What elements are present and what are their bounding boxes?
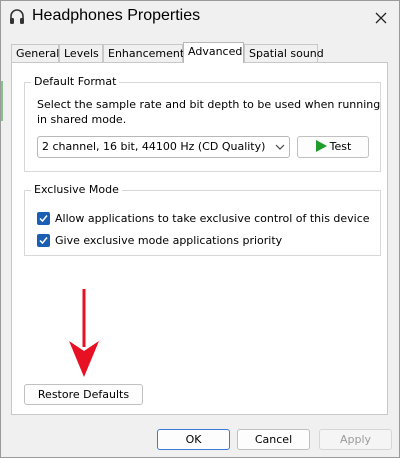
red-arrow-icon [69, 289, 99, 377]
title-bar[interactable]: Headphones Properties [1, 1, 399, 35]
properties-dialog: Headphones Properties General Levels Enh… [0, 0, 400, 458]
tab-spatial-sound[interactable]: Spatial sound [244, 44, 324, 62]
format-dropdown[interactable]: 2 channel, 16 bit, 44100 Hz (CD Quality) [37, 136, 290, 158]
exclusive-priority-label: Give exclusive mode applications priorit… [55, 233, 283, 247]
close-icon [375, 12, 387, 24]
checkmark-icon [39, 214, 48, 222]
exclusive-priority-checkbox[interactable] [37, 233, 50, 247]
ok-button[interactable]: OK [157, 429, 230, 450]
window-edge-accent [1, 81, 3, 121]
tab-levels[interactable]: Levels [59, 44, 103, 62]
default-format-heading: Default Format [31, 75, 120, 88]
cancel-button[interactable]: Cancel [237, 429, 310, 450]
chevron-down-icon [275, 137, 285, 164]
restore-defaults-button[interactable]: Restore Defaults [24, 384, 143, 405]
advanced-tab-panel: Default Format Select the sample rate an… [11, 62, 388, 415]
window-title: Headphones Properties [32, 7, 201, 24]
headphones-icon [8, 8, 26, 26]
tab-general[interactable]: General [11, 44, 59, 62]
allow-exclusive-control-option[interactable]: Allow applications to take exclusive con… [37, 210, 370, 226]
format-dropdown-value: 2 channel, 16 bit, 44100 Hz (CD Quality) [42, 140, 266, 153]
apply-button[interactable]: Apply [319, 429, 392, 450]
checkmark-icon [39, 236, 48, 244]
allow-exclusive-control-label: Allow applications to take exclusive con… [55, 211, 370, 225]
exclusive-mode-heading: Exclusive Mode [31, 183, 122, 196]
exclusive-priority-option[interactable]: Give exclusive mode applications priorit… [37, 232, 282, 248]
close-button[interactable] [367, 5, 395, 31]
test-button-label: Test [329, 140, 352, 153]
exclusive-mode-group: Exclusive Mode Allow applications to tak… [24, 183, 381, 256]
default-format-description: Select the sample rate and bit depth to … [37, 98, 381, 126]
tab-enhancements[interactable]: Enhancements [103, 44, 190, 62]
default-format-group: Default Format Select the sample rate an… [24, 75, 381, 172]
tab-advanced[interactable]: Advanced [183, 42, 244, 63]
play-icon [315, 140, 327, 152]
test-button[interactable]: Test [297, 136, 369, 158]
allow-exclusive-control-checkbox[interactable] [37, 211, 50, 225]
